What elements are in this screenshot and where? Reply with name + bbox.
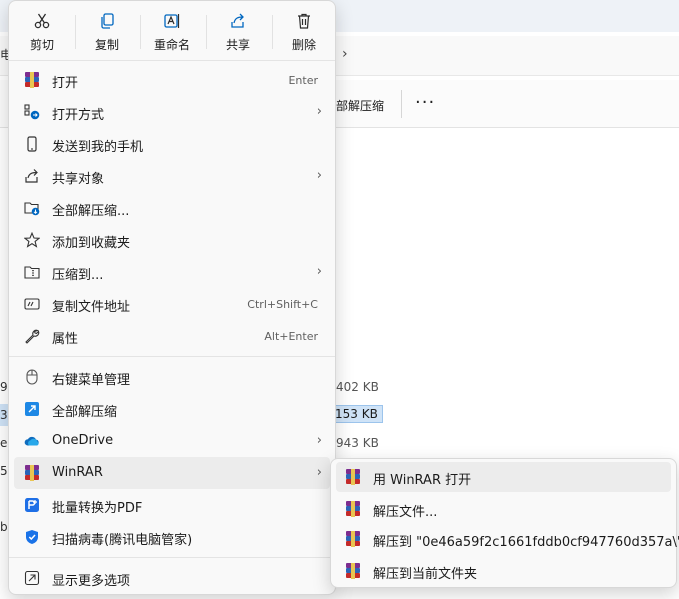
breadcrumb-chevron-icon[interactable]: › xyxy=(342,46,348,62)
winrar-icon xyxy=(345,563,361,579)
file-size: 943 KB xyxy=(336,436,379,450)
folder-extract-icon xyxy=(24,200,40,216)
submenu-item-label: 解压到 "0e46a59f2c1661fddb0cf947760d357a\" xyxy=(373,535,679,550)
menu-item-label: OneDrive xyxy=(52,433,114,448)
menu-item-onedrive[interactable]: OneDrive › xyxy=(14,425,330,457)
menu-item-label: 打开方式 xyxy=(52,108,105,123)
chevron-right-icon: › xyxy=(316,104,322,119)
chevron-right-icon: › xyxy=(316,264,322,279)
share-label: 共享 xyxy=(225,38,250,52)
menu-item-open-with[interactable]: 打开方式 › xyxy=(14,96,330,128)
menu-item-label: 属性 xyxy=(52,332,79,347)
share-icon xyxy=(24,168,40,184)
share-icon xyxy=(207,11,269,31)
open-with-icon xyxy=(24,104,40,120)
star-icon xyxy=(24,232,40,248)
share-button[interactable]: 共享 xyxy=(207,9,269,55)
cut-label: 剪切 xyxy=(29,38,54,52)
menu-item-extract-all[interactable]: 全部解压缩 xyxy=(14,393,330,425)
menu-item-extract-all-dialog[interactable]: 全部解压缩... xyxy=(14,192,330,224)
winrar-icon xyxy=(345,501,361,517)
shortcut-label: Ctrl+Shift+C xyxy=(247,298,318,311)
submenu-item-extract-to-folder[interactable]: 解压到 "0e46a59f2c1661fddb0cf947760d357a\" xyxy=(336,524,679,554)
delete-button[interactable]: 删除 xyxy=(273,9,335,55)
file-size-selected: 153 KB xyxy=(330,405,383,423)
phone-icon xyxy=(24,136,40,152)
submenu-item-extract-here[interactable]: 解压到当前文件夹 xyxy=(336,556,671,586)
submenu-item-open-with-winrar[interactable]: 用 WinRAR 打开 xyxy=(336,462,671,492)
trash-icon xyxy=(273,11,335,31)
menu-item-show-more-options[interactable]: 显示更多选项 xyxy=(14,562,330,594)
zip-folder-icon xyxy=(24,264,40,280)
chevron-right-icon: › xyxy=(316,168,322,183)
menu-item-label: 压缩到... xyxy=(52,268,104,283)
wrench-icon xyxy=(24,328,40,344)
menu-item-context-manager[interactable]: 右键菜单管理 xyxy=(14,361,330,393)
toolbar-more-button[interactable]: ··· xyxy=(415,92,435,113)
menu-item-virus-scan[interactable]: 扫描病毒(腾讯电脑管家) xyxy=(14,521,330,553)
submenu-item-label: 用 WinRAR 打开 xyxy=(373,473,472,488)
toolbar-extract-all-button[interactable]: 部解压缩 xyxy=(336,97,384,114)
shield-icon xyxy=(24,529,40,545)
menu-item-label: 打开 xyxy=(52,76,79,91)
quick-action-bar: 剪切 复制 重命名 共享 删除 xyxy=(9,1,335,59)
winrar-icon xyxy=(345,469,361,485)
menu-item-label: 全部解压缩 xyxy=(52,405,118,420)
rename-button[interactable]: 重命名 xyxy=(141,9,203,55)
submenu-item-extract-files[interactable]: 解压文件... xyxy=(336,494,671,524)
submenu-item-label: 解压文件... xyxy=(373,505,438,520)
menu-item-share-with[interactable]: 共享对象 › xyxy=(14,160,330,192)
more-options-icon xyxy=(24,570,40,586)
copy-button[interactable]: 复制 xyxy=(76,9,138,55)
winrar-submenu: 用 WinRAR 打开 解压文件... 解压到 "0e46a59f2c1661f… xyxy=(330,458,679,588)
menu-item-batch-pdf[interactable]: 批量转换为PDF xyxy=(14,489,330,521)
menu-item-label: 右键菜单管理 xyxy=(52,373,131,388)
winrar-icon xyxy=(24,465,40,481)
menu-item-label: 复制文件地址 xyxy=(52,300,131,315)
menu-item-properties[interactable]: 属性 Alt+Enter xyxy=(14,320,330,352)
menu-item-compress-to[interactable]: 压缩到... › xyxy=(14,256,330,288)
menu-item-label: 扫描病毒(腾讯电脑管家) xyxy=(52,533,193,548)
menu-item-winrar[interactable]: WinRAR › xyxy=(14,457,330,489)
file-size: 402 KB xyxy=(336,380,379,394)
menu-item-label: WinRAR xyxy=(52,465,103,480)
submenu-item-label: 解压到当前文件夹 xyxy=(373,567,478,582)
copy-path-icon xyxy=(24,296,40,312)
menu-item-add-favorites[interactable]: 添加到收藏夹 xyxy=(14,224,330,256)
onedrive-icon xyxy=(24,433,40,449)
menu-item-copy-path[interactable]: 复制文件地址 Ctrl+Shift+C xyxy=(14,288,330,320)
menu-item-send-to-phone[interactable]: 发送到我的手机 xyxy=(14,128,330,160)
chevron-right-icon: › xyxy=(316,465,322,480)
shortcut-label: Enter xyxy=(288,74,318,87)
pdf-convert-icon xyxy=(24,497,40,513)
extract-app-icon xyxy=(24,401,40,417)
context-menu: 剪切 复制 重命名 共享 删除 打开 Enter 打开方式 › 发送到我的手机 … xyxy=(8,0,336,595)
scissors-icon xyxy=(11,11,73,31)
menu-item-label: 全部解压缩... xyxy=(52,204,130,219)
copy-icon xyxy=(76,11,138,31)
menu-divider xyxy=(9,557,335,558)
shortcut-label: Alt+Enter xyxy=(264,330,318,343)
menu-item-label: 批量转换为PDF xyxy=(52,501,143,516)
menu-item-open[interactable]: 打开 Enter xyxy=(14,64,330,96)
menu-item-label: 显示更多选项 xyxy=(52,574,131,589)
menu-item-label: 添加到收藏夹 xyxy=(52,236,131,251)
menu-item-label: 发送到我的手机 xyxy=(52,140,144,155)
copy-label: 复制 xyxy=(94,38,119,52)
rename-label: 重命名 xyxy=(153,38,190,52)
winrar-icon xyxy=(345,531,361,547)
winrar-icon xyxy=(24,72,40,88)
toolbar-divider xyxy=(401,90,402,118)
rename-icon xyxy=(141,11,203,31)
menu-manager-icon xyxy=(24,369,40,385)
menu-divider xyxy=(9,356,335,357)
menu-item-label: 共享对象 xyxy=(52,172,105,187)
cut-button[interactable]: 剪切 xyxy=(11,9,73,55)
delete-label: 删除 xyxy=(291,38,316,52)
menu-divider xyxy=(9,60,335,61)
chevron-right-icon: › xyxy=(316,433,322,448)
